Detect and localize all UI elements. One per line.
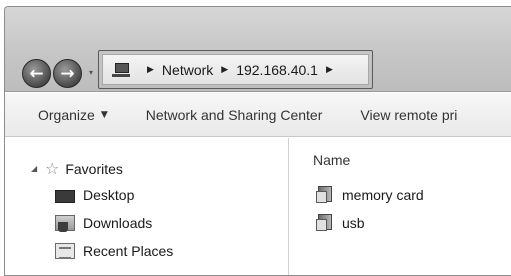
forward-button[interactable]: →: [53, 59, 82, 88]
breadcrumb-network[interactable]: Network: [162, 62, 213, 78]
command-toolbar: Organize ▼ Network and Sharing Center Vi…: [5, 93, 511, 137]
chevron-down-icon: ▾: [88, 68, 93, 77]
desktop-icon: [55, 189, 75, 203]
list-item-usb[interactable]: usb: [316, 214, 365, 231]
sidebar-item-label: Recent Places: [83, 243, 174, 259]
favorites-label: Favorites: [65, 160, 123, 177]
back-arrow-icon: ←: [29, 63, 44, 84]
explorer-window: ← → ▾ ▶ Network ▶ 192.168.40.1 ▶ Organiz…: [4, 6, 511, 276]
organize-label: Organize: [38, 106, 95, 123]
network-sharing-center-button[interactable]: Network and Sharing Center: [146, 107, 323, 123]
breadcrumb-separator-icon[interactable]: ▶: [221, 65, 228, 75]
folder-icon: [316, 214, 335, 231]
downloads-icon: [55, 215, 75, 232]
file-list-pane: Name memory card usb: [290, 138, 511, 275]
expand-arrow-icon[interactable]: ◢: [31, 164, 41, 173]
file-label: memory card: [342, 186, 424, 203]
sidebar-item-desktop[interactable]: Desktop: [55, 187, 134, 203]
sidebar-item-label: Desktop: [83, 187, 135, 203]
chevron-down-icon: ▼: [100, 109, 108, 120]
forward-arrow-icon: →: [60, 63, 75, 84]
column-header-name[interactable]: Name: [313, 152, 350, 168]
network-computer-icon: [111, 62, 131, 78]
sidebar-item-label: Downloads: [83, 215, 153, 231]
folder-icon: [316, 186, 335, 203]
title-bar: ← → ▾ ▶ Network ▶ 192.168.40.1 ▶: [5, 7, 511, 92]
sidebar-item-recent-places[interactable]: Recent Places: [55, 243, 173, 259]
sidebar-item-downloads[interactable]: Downloads: [55, 215, 153, 232]
view-remote-button[interactable]: View remote pri: [360, 107, 457, 123]
address-bar-field[interactable]: ▶ Network ▶ 192.168.40.1 ▶: [102, 54, 369, 85]
network-sharing-center-label: Network and Sharing Center: [145, 106, 323, 123]
recent-pages-dropdown[interactable]: ▾: [86, 66, 96, 80]
breadcrumb-host[interactable]: 192.168.40.1: [236, 62, 318, 78]
back-button[interactable]: ←: [22, 59, 51, 88]
sidebar-item-favorites[interactable]: ◢ ☆ Favorites: [31, 159, 123, 178]
breadcrumb-separator-icon[interactable]: ▶: [147, 65, 154, 75]
organize-button[interactable]: Organize ▼: [38, 107, 108, 123]
address-bar[interactable]: ▶ Network ▶ 192.168.40.1 ▶: [98, 50, 373, 89]
recent-places-icon: [55, 243, 75, 259]
navigation-pane: ◢ ☆ Favorites Desktop Downloads Recent P…: [5, 138, 289, 275]
view-remote-label: View remote pri: [360, 106, 458, 123]
breadcrumb-separator-icon[interactable]: ▶: [326, 65, 333, 75]
list-item-memory-card[interactable]: memory card: [316, 186, 424, 203]
file-label: usb: [342, 214, 365, 231]
star-icon: ☆: [45, 159, 60, 178]
